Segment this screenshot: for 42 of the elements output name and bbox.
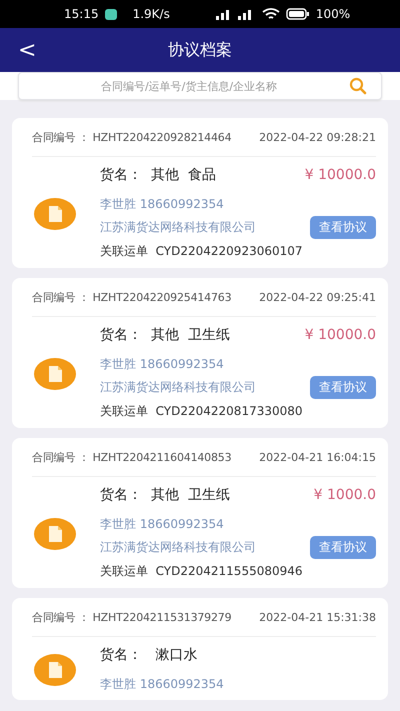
network-speed: 1.9K/s — [132, 7, 170, 21]
document-icon — [34, 654, 76, 686]
view-agreement-button[interactable]: 查看协议 — [310, 216, 376, 238]
contact-info: 李世胜 18660992354 — [100, 516, 225, 533]
contract-time: 2022-04-22 09:28:21 — [259, 130, 376, 144]
price: ¥ 10000.0 — [304, 167, 376, 183]
back-button[interactable]: < — [0, 38, 50, 62]
company-name: 江苏满货达网络科技有限公司 — [100, 378, 256, 396]
contract-number: 合同编号 ： HZHT2204220928214464 — [32, 130, 232, 144]
document-icon — [34, 358, 76, 390]
search-field[interactable]: 合同编号/运单号/货主信息/企业名称 — [18, 72, 382, 100]
linked-waybill: 关联运单 CYD2204220817330080 — [100, 403, 304, 420]
clock: 15:15 — [64, 7, 99, 21]
contract-number: 合同编号 ： HZHT2204211604140853 — [32, 450, 232, 464]
contact-info: 李世胜 18660992354 — [100, 356, 225, 373]
view-agreement-button[interactable]: 查看协议 — [310, 536, 376, 558]
goods-name: 货名： 漱口水 — [100, 646, 198, 664]
contract-time: 2022-04-22 09:25:41 — [259, 290, 376, 304]
contact-info: 李世胜 18660992354 — [100, 196, 225, 213]
contact-info: 李世胜 18660992354 — [100, 676, 225, 693]
company-name: 江苏满货达网络科技有限公司 — [100, 538, 256, 556]
document-icon — [34, 518, 76, 550]
document-icon — [34, 198, 76, 230]
contract-number: 合同编号 ： HZHT2204211531379279 — [32, 610, 232, 624]
price: ¥ 10000.0 — [304, 327, 376, 343]
goods-name: 货名： 其他 食品 — [100, 166, 216, 184]
goods-name: 货名： 其他 卫生纸 — [100, 326, 230, 344]
price: ¥ 1000.0 — [314, 487, 376, 503]
app-notification-icon — [104, 8, 117, 20]
wifi-icon — [262, 8, 280, 20]
page-title: 协议档案 — [168, 40, 232, 60]
linked-waybill: 关联运单 CYD2204211555080946 — [100, 563, 304, 580]
search-icon[interactable] — [349, 77, 367, 95]
contract-time: 2022-04-21 15:31:38 — [259, 610, 376, 624]
view-agreement-button[interactable]: 查看协议 — [310, 376, 376, 398]
company-name: 江苏满货达网络科技有限公司 — [100, 218, 256, 236]
goods-name: 货名： 其他 卫生纸 — [100, 486, 230, 504]
contract-number: 合同编号 ： HZHT2204220925414763 — [32, 290, 232, 304]
battery-icon — [286, 8, 310, 20]
contract-time: 2022-04-21 16:04:15 — [259, 450, 376, 464]
linked-waybill: 关联运单 CYD2204220923060107 — [100, 243, 304, 260]
battery-level: 100% — [316, 7, 350, 21]
